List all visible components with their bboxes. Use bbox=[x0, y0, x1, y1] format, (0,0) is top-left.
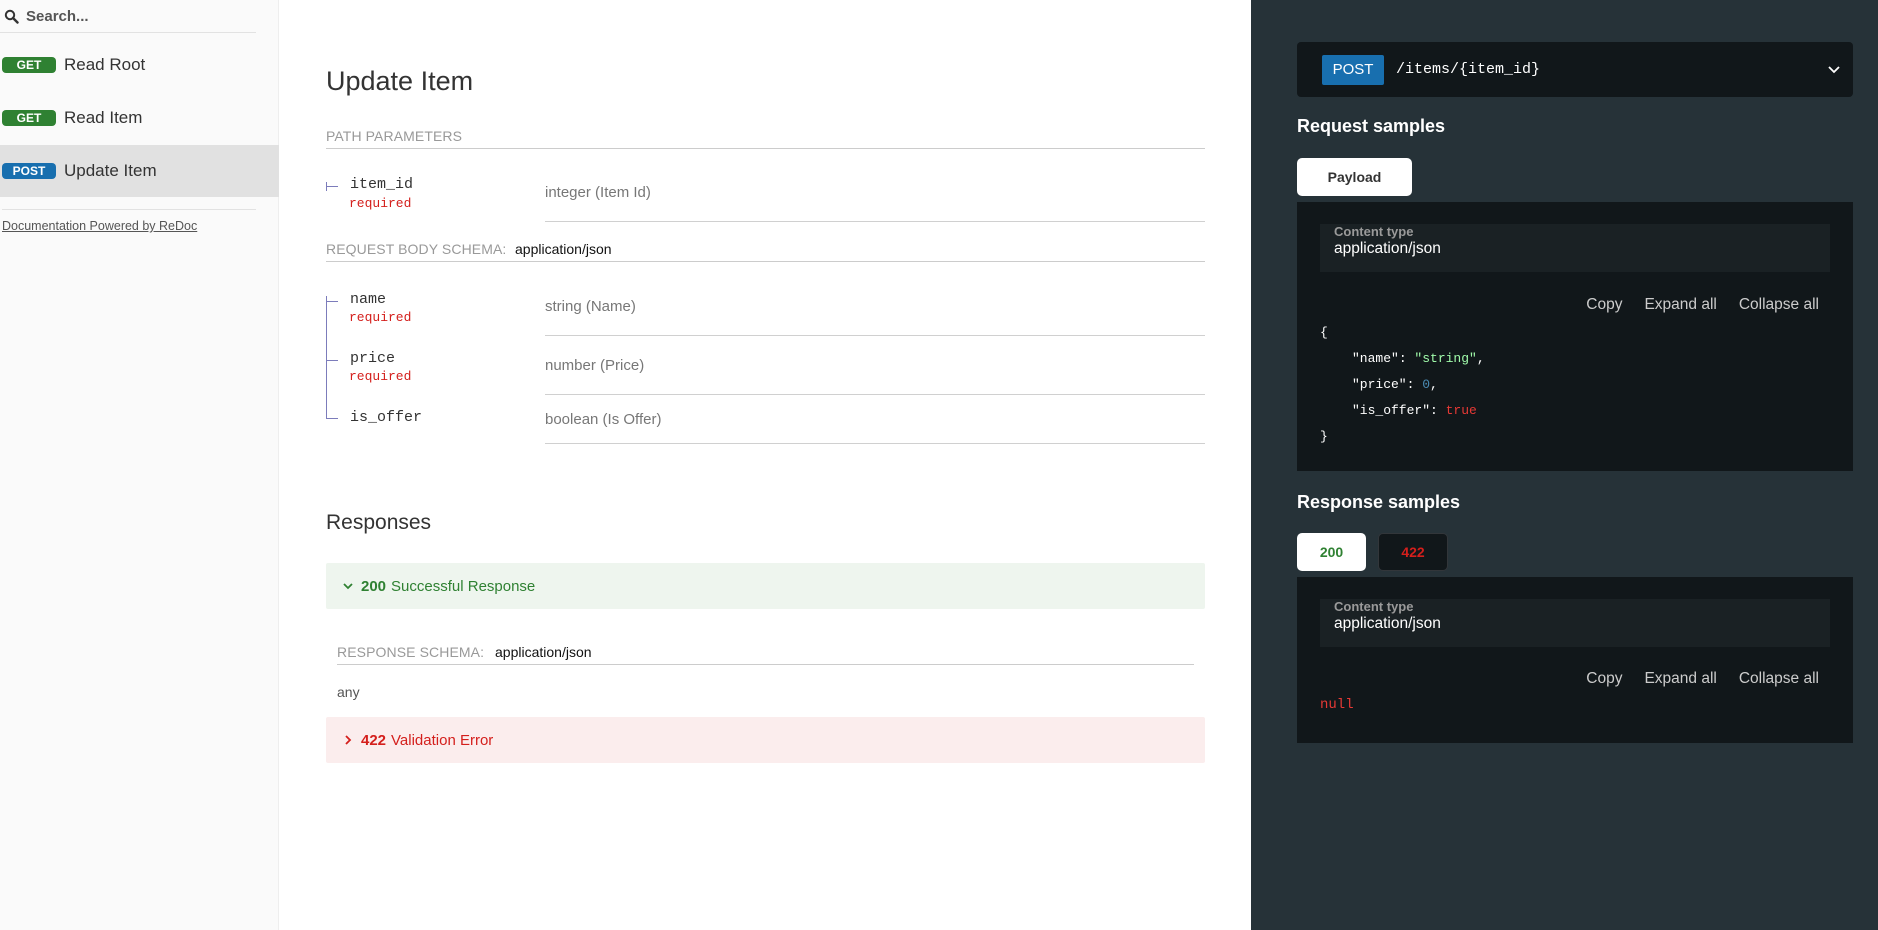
content-type-box: Content type application/json bbox=[1320, 224, 1830, 272]
responses-title: Responses bbox=[326, 511, 432, 534]
param-name: name bbox=[350, 291, 387, 308]
response-description: Successful Response bbox=[391, 577, 536, 595]
tab-response-422[interactable]: 422 bbox=[1378, 533, 1448, 571]
content-type-label: Content type bbox=[1334, 599, 1414, 614]
param-required: required bbox=[349, 310, 412, 325]
tree-connector bbox=[326, 418, 338, 419]
divider bbox=[545, 335, 1205, 336]
param-type: boolean (Is Offer) bbox=[545, 411, 662, 428]
sidebar-divider bbox=[2, 209, 256, 210]
sidebar: GET Read Root GET Read Item POST Update … bbox=[0, 0, 279, 930]
endpoint-method-badge: POST bbox=[1322, 54, 1384, 85]
content-type-value: application/json bbox=[1334, 240, 1441, 257]
json-comma: , bbox=[1430, 377, 1438, 392]
json-key: "price" bbox=[1352, 377, 1407, 392]
operation-panel: Update Item PATH PARAMETERS item_id requ… bbox=[280, 0, 1251, 930]
divider bbox=[326, 148, 1205, 149]
sidebar-item-update-item[interactable]: POST Update Item bbox=[0, 145, 279, 197]
param-required: required bbox=[349, 196, 412, 211]
response-200-toggle[interactable]: 200 Successful Response bbox=[326, 563, 1205, 609]
expand-all-button[interactable]: Expand all bbox=[1644, 296, 1716, 314]
content-type-box: Content type application/json bbox=[1320, 599, 1830, 647]
param-name: price bbox=[350, 350, 396, 367]
request-sample-box: Content type application/json Copy Expan… bbox=[1297, 202, 1853, 471]
page-title: Update Item bbox=[326, 66, 474, 96]
json-value: true bbox=[1445, 403, 1477, 418]
divider bbox=[545, 443, 1205, 444]
param-name: is_offer bbox=[350, 409, 423, 426]
tab-response-200[interactable]: 200 bbox=[1297, 533, 1366, 571]
json-comma: , bbox=[1476, 351, 1485, 366]
json-brace-close: } bbox=[1320, 429, 1328, 444]
response-code: 200 bbox=[361, 577, 387, 595]
param-type: number (Price) bbox=[545, 357, 645, 374]
request-content-type: application/json bbox=[515, 241, 612, 257]
param-name: item_id bbox=[350, 176, 414, 193]
tree-connector bbox=[326, 186, 338, 187]
chevron-down-icon bbox=[1825, 60, 1843, 78]
sample-toolbar: Copy Expand all Collapse all bbox=[1586, 296, 1819, 314]
param-type: string (Name) bbox=[545, 298, 636, 315]
sidebar-item-label: Read Item bbox=[64, 108, 143, 127]
json-null-value: null bbox=[1320, 697, 1354, 713]
tree-connector bbox=[326, 301, 338, 302]
sample-toolbar: Copy Expand all Collapse all bbox=[1586, 670, 1819, 688]
response-content-type: application/json bbox=[495, 644, 592, 660]
request-body-schema-label: REQUEST BODY SCHEMA: bbox=[326, 241, 507, 257]
search-icon bbox=[2, 7, 20, 25]
copy-button[interactable]: Copy bbox=[1586, 296, 1622, 314]
sidebar-item-read-item[interactable]: GET Read Item bbox=[0, 92, 279, 144]
method-badge: POST bbox=[2, 163, 56, 179]
endpoint-path: /items/{item_id} bbox=[1396, 61, 1541, 78]
sidebar-item-label: Read Root bbox=[64, 55, 146, 74]
powered-by-link[interactable]: Documentation Powered by ReDoc bbox=[2, 219, 197, 233]
response-schema-any: any bbox=[337, 684, 360, 700]
endpoint-toggle[interactable]: POST /items/{item_id} bbox=[1297, 42, 1853, 97]
tab-payload[interactable]: Payload bbox=[1297, 158, 1412, 196]
param-required: required bbox=[349, 369, 412, 384]
samples-panel: POST /items/{item_id} Request samples Pa… bbox=[1251, 0, 1878, 930]
collapse-all-button[interactable]: Collapse all bbox=[1739, 670, 1819, 688]
json-key: "is_offer" bbox=[1352, 403, 1431, 418]
json-value: "string" bbox=[1414, 351, 1477, 366]
response-schema-label: RESPONSE SCHEMA: bbox=[337, 644, 485, 660]
param-type: integer (Item Id) bbox=[545, 184, 651, 201]
chevron-down-icon bbox=[341, 579, 355, 593]
method-badge: GET bbox=[2, 57, 56, 73]
json-key: "name" bbox=[1352, 351, 1399, 366]
method-badge: GET bbox=[2, 110, 56, 126]
tree-connector bbox=[326, 296, 327, 419]
divider bbox=[545, 394, 1205, 395]
content-type-value: application/json bbox=[1334, 615, 1441, 632]
search-box bbox=[0, 0, 256, 33]
response-code: 422 bbox=[361, 731, 387, 749]
response-description: Validation Error bbox=[391, 731, 494, 749]
divider bbox=[326, 261, 1205, 262]
path-params-label: PATH PARAMETERS bbox=[326, 128, 463, 144]
copy-button[interactable]: Copy bbox=[1586, 670, 1622, 688]
content-type-label: Content type bbox=[1334, 224, 1414, 239]
collapse-all-button[interactable]: Collapse all bbox=[1739, 296, 1819, 314]
json-line: "name": "string", bbox=[1352, 351, 1485, 366]
json-line: "is_offer": true bbox=[1352, 403, 1477, 418]
tree-connector bbox=[326, 360, 338, 361]
response-422-toggle[interactable]: 422 Validation Error bbox=[326, 717, 1205, 763]
json-sample: { "name": "string", "price": 0, "is_offe… bbox=[1320, 320, 1485, 450]
response-samples-title: Response samples bbox=[1297, 492, 1461, 512]
json-line: "price": 0, bbox=[1352, 377, 1438, 392]
response-sample-box: Content type application/json Copy Expan… bbox=[1297, 577, 1853, 743]
request-samples-title: Request samples bbox=[1297, 116, 1446, 136]
expand-all-button[interactable]: Expand all bbox=[1644, 670, 1716, 688]
chevron-right-icon bbox=[341, 733, 355, 747]
sidebar-item-read-root[interactable]: GET Read Root bbox=[0, 39, 279, 91]
divider bbox=[337, 664, 1194, 665]
sidebar-item-label: Update Item bbox=[64, 161, 157, 180]
search-input[interactable] bbox=[26, 7, 246, 25]
divider bbox=[545, 221, 1205, 222]
json-value: 0 bbox=[1422, 377, 1431, 392]
json-brace-open: { bbox=[1320, 325, 1328, 340]
tree-connector bbox=[326, 182, 327, 191]
